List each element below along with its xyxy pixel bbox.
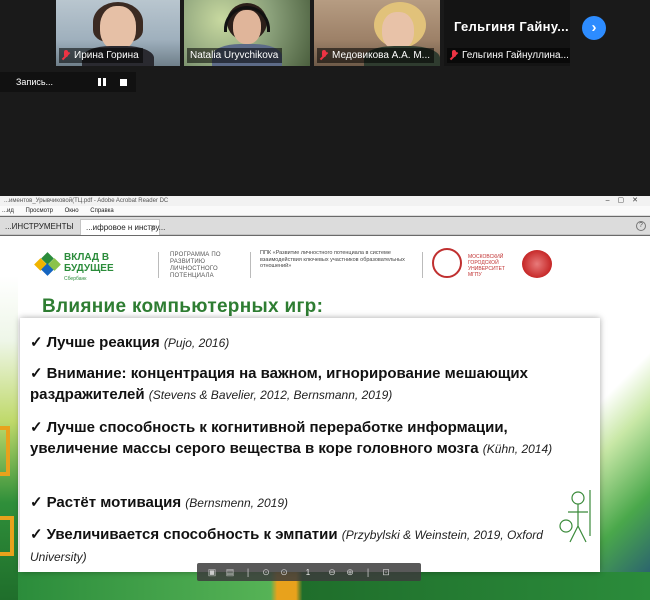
viewer-menubar: ...ид Просмотр Окно Справка xyxy=(0,206,650,216)
stop-recording-icon[interactable] xyxy=(120,78,127,86)
pause-recording-icon[interactable] xyxy=(98,78,106,86)
menu-item[interactable]: Справка xyxy=(90,208,114,214)
check-icon: ✓ xyxy=(30,365,43,382)
recording-bar: Запись... xyxy=(0,72,136,92)
pdf-floating-toolbar: ▣ ▤ | ⊙ ⊙ 1 ⊖ ⊕ | ⊡ xyxy=(197,563,421,581)
emblem-logo-icon xyxy=(522,250,552,278)
viewer-tabbar: ...ИНСТРУМЕНТЫ ...ифровое н инстру... × … xyxy=(0,217,650,235)
participant-tile[interactable]: Ирина Горина xyxy=(56,0,180,66)
vklad-logo-text: ВКЛАД В БУДУЩЕЕ Сбербанк xyxy=(64,252,114,282)
participant-tile-no-video[interactable]: Гельгиня Гайну... Гельгиня Гайнуллина... xyxy=(444,0,570,66)
participant-name: Гельгиня Гайнуллина... xyxy=(447,48,570,63)
participant-name: Ирина Горина xyxy=(59,48,143,63)
knight-ornament-icon xyxy=(559,490,591,543)
list-item: ✓ Лучше способность к когнитивной перераб… xyxy=(30,419,553,457)
list-item: ✓ Лучше реакция (Pujo, 2016) xyxy=(30,334,230,351)
print-icon[interactable]: ▤ xyxy=(221,567,239,578)
tab-tools[interactable]: ...ИНСТРУМЕНТЫ xyxy=(0,219,78,235)
vklad-logo-icon xyxy=(34,252,61,276)
check-icon: ✓ xyxy=(30,526,43,543)
participant-display-name: Гельгиня Гайну... xyxy=(454,19,569,34)
participant-tile-active-speaker[interactable]: Natalia Uryvchikova xyxy=(184,0,310,66)
list-item: ✓ Внимание: концентрация на важном, игнор… xyxy=(30,365,528,403)
slide-logos: ВКЛАД В БУДУЩЕЕ Сбербанк ПРОГРАММА ПО РА… xyxy=(30,244,630,284)
separator: | xyxy=(366,567,370,577)
mgpu-logo-icon xyxy=(432,248,462,278)
mgpu-label: МОСКОВСКИЙ ГОРОДСКОЙ УНИВЕРСИТЕТ МГПУ xyxy=(468,254,505,278)
mic-muted-icon xyxy=(62,50,70,61)
check-icon: ✓ xyxy=(30,419,43,436)
participant-name: Медовикова А.А. М... xyxy=(317,48,435,63)
program-label: ПРОГРАММА ПО РАЗВИТИЮ ЛИЧНОСТНОГО ПОТЕНЦ… xyxy=(170,252,221,279)
mic-muted-icon xyxy=(320,50,328,61)
list-item: ✓ Увеличивается способность к эмпатии (Pr… xyxy=(30,526,543,564)
save-icon[interactable]: ▣ xyxy=(203,567,221,578)
slide-decoration xyxy=(600,296,650,600)
menu-item[interactable]: ...ид xyxy=(2,208,14,214)
window-controls[interactable]: –▢✕ xyxy=(606,196,646,206)
list-item: ✓ Растёт мотивация (Bernsmenn, 2019) xyxy=(30,494,288,511)
ppk-label: ППК «Развитие личностного потенциала в с… xyxy=(260,250,405,269)
zoom-meeting-window: Ирина Горина Natalia Uryvchikova Медовик… xyxy=(0,0,650,600)
check-icon: ✓ xyxy=(30,334,43,351)
page-up-icon[interactable]: ⊙ xyxy=(257,567,275,578)
check-icon: ✓ xyxy=(30,494,43,511)
mic-muted-icon xyxy=(450,50,458,61)
fit-page-icon[interactable]: ⊡ xyxy=(377,567,395,578)
close-icon[interactable]: × xyxy=(150,220,155,236)
page-down-icon[interactable]: ⊙ xyxy=(275,567,293,578)
chevron-right-icon: › xyxy=(591,19,597,36)
help-icon[interactable]: ? xyxy=(636,221,646,231)
participant-strip: Ирина Горина Natalia Uryvchikova Медовик… xyxy=(0,0,650,66)
tab-document[interactable]: ...ифровое н инстру... × xyxy=(80,219,165,236)
menu-item[interactable]: Окно xyxy=(65,208,79,214)
separator: | xyxy=(246,567,250,577)
zoom-out-icon[interactable]: ⊖ xyxy=(323,567,341,578)
menu-item[interactable]: Просмотр xyxy=(26,208,53,214)
slide-decoration xyxy=(0,276,18,600)
participant-name: Natalia Uryvchikova xyxy=(187,48,283,63)
page-number-field[interactable]: 1 xyxy=(293,568,323,577)
viewer-titlebar: ...иментов_Урывчиковой(ТЦ.pdf - Adobe Ac… xyxy=(0,196,650,206)
participant-tile[interactable]: Медовикова А.А. М... xyxy=(314,0,440,66)
next-participants-button[interactable]: › xyxy=(582,16,606,40)
zoom-in-icon[interactable]: ⊕ xyxy=(341,567,359,578)
recording-label: Запись... xyxy=(16,77,54,87)
